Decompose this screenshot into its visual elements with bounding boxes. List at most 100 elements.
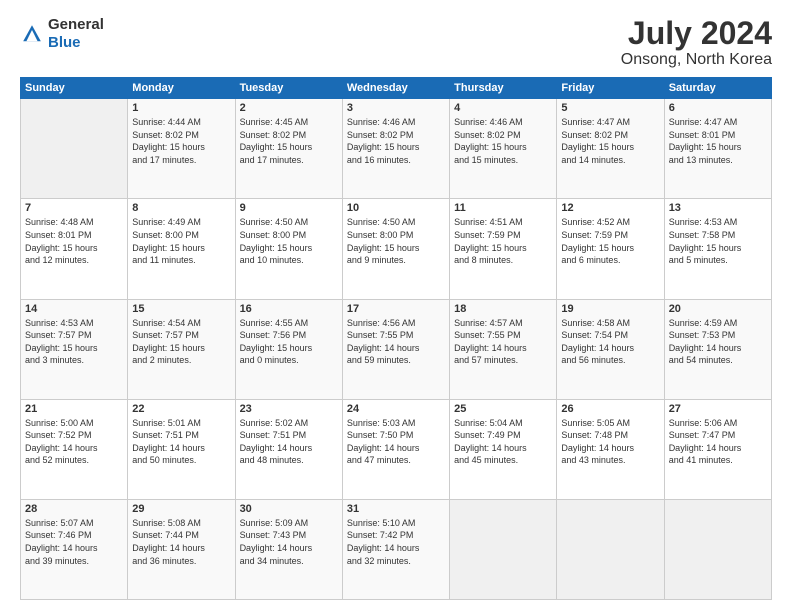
cell-content: Sunrise: 4:51 AM Sunset: 7:59 PM Dayligh… (454, 216, 552, 266)
calendar-cell: 19Sunrise: 4:58 AM Sunset: 7:54 PM Dayli… (557, 299, 664, 399)
calendar-page: General Blue July 2024 Onsong, North Kor… (0, 0, 792, 612)
cell-content: Sunrise: 4:46 AM Sunset: 8:02 PM Dayligh… (454, 116, 552, 166)
calendar-cell: 24Sunrise: 5:03 AM Sunset: 7:50 PM Dayli… (342, 399, 449, 499)
calendar-cell: 2 Sunrise: 4:45 AM Sunset: 8:02 PM Daylig… (235, 99, 342, 199)
calendar-cell: 9 Sunrise: 4:50 AM Sunset: 8:00 PM Daylig… (235, 199, 342, 299)
cell-content: Sunrise: 4:50 AM Sunset: 8:00 PM Dayligh… (240, 216, 338, 266)
day-number: 5 (561, 102, 659, 114)
calendar-cell: 5 Sunrise: 4:47 AM Sunset: 8:02 PM Daylig… (557, 99, 664, 199)
day-number: 30 (240, 503, 338, 515)
day-number: 31 (347, 503, 445, 515)
day-number: 28 (25, 503, 123, 515)
calendar-cell: 16 Sunrise: 4:55 AM Sunset: 7:56 PM Dayli… (235, 299, 342, 399)
logo-icon (20, 22, 44, 46)
calendar-cell: 17Sunrise: 4:56 AM Sunset: 7:55 PM Dayli… (342, 299, 449, 399)
calendar-cell: 6 Sunrise: 4:47 AM Sunset: 8:01 PM Daylig… (664, 99, 771, 199)
logo: General Blue (20, 16, 104, 52)
calendar-cell: 7Sunrise: 4:48 AM Sunset: 8:01 PM Daylig… (21, 199, 128, 299)
calendar-cell: 3 Sunrise: 4:46 AM Sunset: 8:02 PM Daylig… (342, 99, 449, 199)
cell-content: Sunrise: 5:07 AM Sunset: 7:46 PM Dayligh… (25, 517, 123, 567)
calendar-cell (450, 499, 557, 599)
cell-content: Sunrise: 4:56 AM Sunset: 7:55 PM Dayligh… (347, 317, 445, 367)
cell-content: Sunrise: 4:50 AM Sunset: 8:00 PM Dayligh… (347, 216, 445, 266)
week-row: 28 Sunrise: 5:07 AM Sunset: 7:46 PM Dayli… (21, 499, 772, 599)
day-number: 8 (132, 202, 230, 214)
day-number: 9 (240, 202, 338, 214)
day-number: 24 (347, 403, 445, 415)
location-title: Onsong, North Korea (621, 51, 772, 69)
week-row: 7Sunrise: 4:48 AM Sunset: 8:01 PM Daylig… (21, 199, 772, 299)
day-number: 10 (347, 202, 445, 214)
cell-content: Sunrise: 4:49 AM Sunset: 8:00 PM Dayligh… (132, 216, 230, 266)
week-row: 21 Sunrise: 5:00 AM Sunset: 7:52 PM Dayli… (21, 399, 772, 499)
calendar-cell: 27 Sunrise: 5:06 AM Sunset: 7:47 PM Dayli… (664, 399, 771, 499)
calendar-cell (664, 499, 771, 599)
weekday-header-friday: Friday (557, 78, 664, 99)
calendar-cell: 4 Sunrise: 4:46 AM Sunset: 8:02 PM Daylig… (450, 99, 557, 199)
day-number: 16 (240, 303, 338, 315)
cell-content: Sunrise: 4:55 AM Sunset: 7:56 PM Dayligh… (240, 317, 338, 367)
header: General Blue July 2024 Onsong, North Kor… (20, 16, 772, 69)
day-number: 3 (347, 102, 445, 114)
cell-content: Sunrise: 4:59 AM Sunset: 7:53 PM Dayligh… (669, 317, 767, 367)
calendar-cell: 20 Sunrise: 4:59 AM Sunset: 7:53 PM Dayli… (664, 299, 771, 399)
logo-blue: Blue (48, 34, 81, 51)
day-number: 23 (240, 403, 338, 415)
calendar-cell: 15 Sunrise: 4:54 AM Sunset: 7:57 PM Dayli… (128, 299, 235, 399)
calendar-cell: 30 Sunrise: 5:09 AM Sunset: 7:43 PM Dayli… (235, 499, 342, 599)
calendar-cell: 14Sunrise: 4:53 AM Sunset: 7:57 PM Dayli… (21, 299, 128, 399)
cell-content: Sunrise: 4:58 AM Sunset: 7:54 PM Dayligh… (561, 317, 659, 367)
cell-content: Sunrise: 5:10 AM Sunset: 7:42 PM Dayligh… (347, 517, 445, 567)
calendar-header: SundayMondayTuesdayWednesdayThursdayFrid… (21, 78, 772, 99)
cell-content: Sunrise: 4:54 AM Sunset: 7:57 PM Dayligh… (132, 317, 230, 367)
calendar-cell: 8 Sunrise: 4:49 AM Sunset: 8:00 PM Daylig… (128, 199, 235, 299)
calendar-cell: 22Sunrise: 5:01 AM Sunset: 7:51 PM Dayli… (128, 399, 235, 499)
weekday-header-tuesday: Tuesday (235, 78, 342, 99)
day-number: 6 (669, 102, 767, 114)
calendar-cell: 12 Sunrise: 4:52 AM Sunset: 7:59 PM Dayli… (557, 199, 664, 299)
logo-general: General (48, 16, 104, 33)
weekday-header-saturday: Saturday (664, 78, 771, 99)
day-number: 12 (561, 202, 659, 214)
calendar-cell: 18Sunrise: 4:57 AM Sunset: 7:55 PM Dayli… (450, 299, 557, 399)
day-number: 14 (25, 303, 123, 315)
day-number: 18 (454, 303, 552, 315)
weekday-header-thursday: Thursday (450, 78, 557, 99)
weekday-header-sunday: Sunday (21, 78, 128, 99)
calendar-cell: 28 Sunrise: 5:07 AM Sunset: 7:46 PM Dayli… (21, 499, 128, 599)
cell-content: Sunrise: 5:06 AM Sunset: 7:47 PM Dayligh… (669, 417, 767, 467)
calendar-cell: 10 Sunrise: 4:50 AM Sunset: 8:00 PM Dayli… (342, 199, 449, 299)
cell-content: Sunrise: 4:47 AM Sunset: 8:01 PM Dayligh… (669, 116, 767, 166)
day-number: 27 (669, 403, 767, 415)
day-number: 25 (454, 403, 552, 415)
month-title: July 2024 (621, 16, 772, 51)
cell-content: Sunrise: 4:48 AM Sunset: 8:01 PM Dayligh… (25, 216, 123, 266)
cell-content: Sunrise: 4:44 AM Sunset: 8:02 PM Dayligh… (132, 116, 230, 166)
cell-content: Sunrise: 4:45 AM Sunset: 8:02 PM Dayligh… (240, 116, 338, 166)
calendar-cell: 31 Sunrise: 5:10 AM Sunset: 7:42 PM Dayli… (342, 499, 449, 599)
calendar-cell (557, 499, 664, 599)
day-number: 2 (240, 102, 338, 114)
cell-content: Sunrise: 4:46 AM Sunset: 8:02 PM Dayligh… (347, 116, 445, 166)
calendar-cell: 29 Sunrise: 5:08 AM Sunset: 7:44 PM Dayli… (128, 499, 235, 599)
day-number: 15 (132, 303, 230, 315)
day-number: 11 (454, 202, 552, 214)
cell-content: Sunrise: 5:08 AM Sunset: 7:44 PM Dayligh… (132, 517, 230, 567)
week-row: 14Sunrise: 4:53 AM Sunset: 7:57 PM Dayli… (21, 299, 772, 399)
cell-content: Sunrise: 5:00 AM Sunset: 7:52 PM Dayligh… (25, 417, 123, 467)
cell-content: Sunrise: 5:09 AM Sunset: 7:43 PM Dayligh… (240, 517, 338, 567)
calendar-cell: 23Sunrise: 5:02 AM Sunset: 7:51 PM Dayli… (235, 399, 342, 499)
day-number: 13 (669, 202, 767, 214)
cell-content: Sunrise: 4:52 AM Sunset: 7:59 PM Dayligh… (561, 216, 659, 266)
day-number: 20 (669, 303, 767, 315)
calendar-cell: 1 Sunrise: 4:44 AM Sunset: 8:02 PM Daylig… (128, 99, 235, 199)
day-number: 21 (25, 403, 123, 415)
cell-content: Sunrise: 4:47 AM Sunset: 8:02 PM Dayligh… (561, 116, 659, 166)
day-number: 29 (132, 503, 230, 515)
day-number: 22 (132, 403, 230, 415)
calendar-cell: 21 Sunrise: 5:00 AM Sunset: 7:52 PM Dayli… (21, 399, 128, 499)
weekday-header-wednesday: Wednesday (342, 78, 449, 99)
calendar-cell: 26Sunrise: 5:05 AM Sunset: 7:48 PM Dayli… (557, 399, 664, 499)
day-number: 1 (132, 102, 230, 114)
day-number: 4 (454, 102, 552, 114)
